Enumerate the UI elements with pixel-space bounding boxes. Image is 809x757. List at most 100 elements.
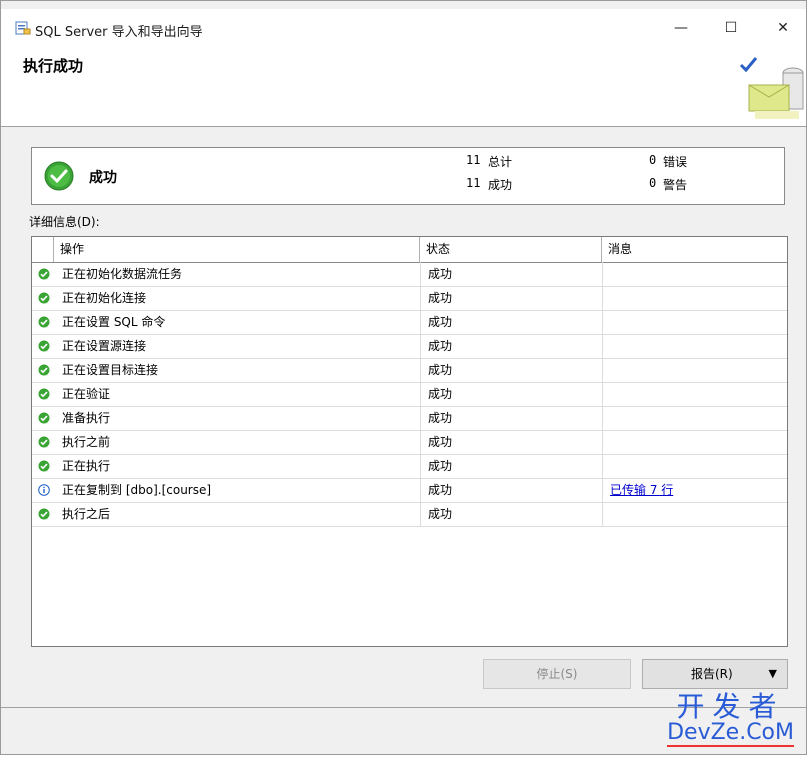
minimize-button[interactable]: — — [661, 15, 701, 41]
row-message — [602, 334, 787, 358]
header-status[interactable]: 状态 — [420, 237, 602, 262]
row-operation: 正在验证 — [62, 387, 111, 401]
success-check-icon — [44, 161, 74, 191]
success-check-icon — [38, 268, 50, 280]
success-check-icon — [38, 292, 50, 304]
success-check-icon — [38, 508, 50, 520]
row-status: 成功 — [420, 430, 602, 454]
row-message — [602, 406, 787, 430]
transferred-rows-link[interactable]: 已传输 7 行 — [610, 483, 673, 497]
details-label: 详细信息(D): — [29, 215, 100, 229]
table-header: 操作 状态 消息 — [32, 237, 787, 263]
row-operation: 正在初始化连接 — [62, 291, 147, 305]
wizard-window: SQL Server 导入和导出向导 — ☐ ✕ 执行成功 成功 11 总计 1… — [0, 0, 807, 755]
success-label: 成功 — [488, 178, 513, 192]
row-status: 成功 — [420, 478, 602, 502]
table-row[interactable]: 执行之前 成功 — [32, 430, 787, 455]
table-row[interactable]: 正在初始化数据流任务 成功 — [32, 262, 787, 287]
report-button-label: 报告(R) — [691, 667, 733, 681]
warning-count: 0 — [649, 176, 657, 190]
header-operation[interactable]: 操作 — [54, 237, 420, 262]
row-message — [602, 454, 787, 478]
summary-panel: 成功 11 总计 11 成功 0 错误 0 警告 — [31, 147, 785, 205]
row-message — [602, 310, 787, 334]
watermark-top: 开发者 — [676, 690, 785, 723]
row-message — [602, 382, 787, 406]
window-title: SQL Server 导入和导出向导 — [35, 25, 203, 40]
row-message: 已传输 7 行 — [602, 478, 787, 502]
table-row[interactable]: 准备执行 成功 — [32, 406, 787, 431]
row-operation: 正在设置 SQL 命令 — [62, 315, 166, 329]
row-icon-cell — [32, 382, 54, 406]
table-row[interactable]: 执行之后 成功 — [32, 502, 787, 527]
row-icon-cell — [32, 334, 54, 358]
success-check-icon — [38, 364, 50, 376]
success-check-icon — [38, 340, 50, 352]
row-status: 成功 — [420, 286, 602, 310]
row-operation: 正在设置源连接 — [62, 339, 147, 353]
details-table[interactable]: 操作 状态 消息 正在初始化数据流任务 成功 正在初始化连接 成功 正在设置 SQL 命… — [31, 236, 788, 647]
row-status: 成功 — [420, 382, 602, 406]
success-check-icon — [38, 436, 50, 448]
row-status: 成功 — [420, 262, 602, 286]
row-status: 成功 — [420, 502, 602, 526]
row-icon-cell — [32, 502, 54, 526]
table-row[interactable]: 正在复制到 [dbo].[course] 成功 已传输 7 行 — [32, 478, 787, 503]
watermark-logo: 开发者 DevZe.CoM — [667, 693, 794, 747]
table-row[interactable]: 正在执行 成功 — [32, 454, 787, 479]
row-icon-cell — [32, 310, 54, 334]
row-icon-cell — [32, 430, 54, 454]
row-icon-cell — [32, 478, 54, 502]
success-count: 11 — [466, 176, 481, 190]
dropdown-arrow-icon[interactable]: ▼ — [769, 660, 777, 688]
success-check-icon — [38, 316, 50, 328]
title-bar: SQL Server 导入和导出向导 — ☐ ✕ — [1, 9, 806, 43]
error-label: 错误 — [663, 155, 688, 169]
row-icon-cell — [32, 262, 54, 286]
row-icon-cell — [32, 358, 54, 382]
success-check-icon — [38, 460, 50, 472]
row-icon-cell — [32, 406, 54, 430]
info-icon — [38, 484, 50, 496]
row-status: 成功 — [420, 454, 602, 478]
stop-button[interactable]: 停止(S) — [483, 659, 631, 689]
page-title: 执行成功 — [23, 57, 84, 75]
row-message — [602, 430, 787, 454]
success-check-icon — [38, 412, 50, 424]
row-message — [602, 286, 787, 310]
total-count: 11 — [466, 153, 481, 167]
table-row[interactable]: 正在设置 SQL 命令 成功 — [32, 310, 787, 335]
warning-label: 警告 — [663, 178, 688, 192]
row-status: 成功 — [420, 358, 602, 382]
row-icon-cell — [32, 454, 54, 478]
success-check-icon — [38, 388, 50, 400]
header-message[interactable]: 消息 — [602, 237, 787, 262]
row-operation: 准备执行 — [62, 411, 111, 425]
row-status: 成功 — [420, 334, 602, 358]
row-message — [602, 262, 787, 286]
row-operation: 执行之前 — [62, 435, 111, 449]
maximize-button[interactable]: ☐ — [711, 15, 751, 41]
table-row[interactable]: 正在设置源连接 成功 — [32, 334, 787, 359]
row-operation: 正在初始化数据流任务 — [62, 267, 183, 281]
row-operation: 正在复制到 [dbo].[course] — [62, 483, 212, 497]
error-count: 0 — [649, 153, 657, 167]
wizard-header: 执行成功 — [1, 43, 806, 127]
wizard-banner-icon — [739, 57, 804, 119]
wizard-app-icon — [15, 21, 31, 35]
row-message — [602, 502, 787, 526]
table-row[interactable]: 正在设置目标连接 成功 — [32, 358, 787, 383]
row-operation: 正在设置目标连接 — [62, 363, 159, 377]
table-row[interactable]: 正在初始化连接 成功 — [32, 286, 787, 311]
row-operation: 正在执行 — [62, 459, 111, 473]
header-icon-column — [32, 237, 54, 262]
row-status: 成功 — [420, 406, 602, 430]
summary-status: 成功 — [89, 170, 117, 186]
report-button[interactable]: 报告(R) ▼ — [642, 659, 788, 689]
total-label: 总计 — [488, 155, 513, 169]
row-message — [602, 358, 787, 382]
close-button[interactable]: ✕ — [763, 15, 803, 41]
row-operation: 执行之后 — [62, 507, 111, 521]
table-row[interactable]: 正在验证 成功 — [32, 382, 787, 407]
row-icon-cell — [32, 286, 54, 310]
